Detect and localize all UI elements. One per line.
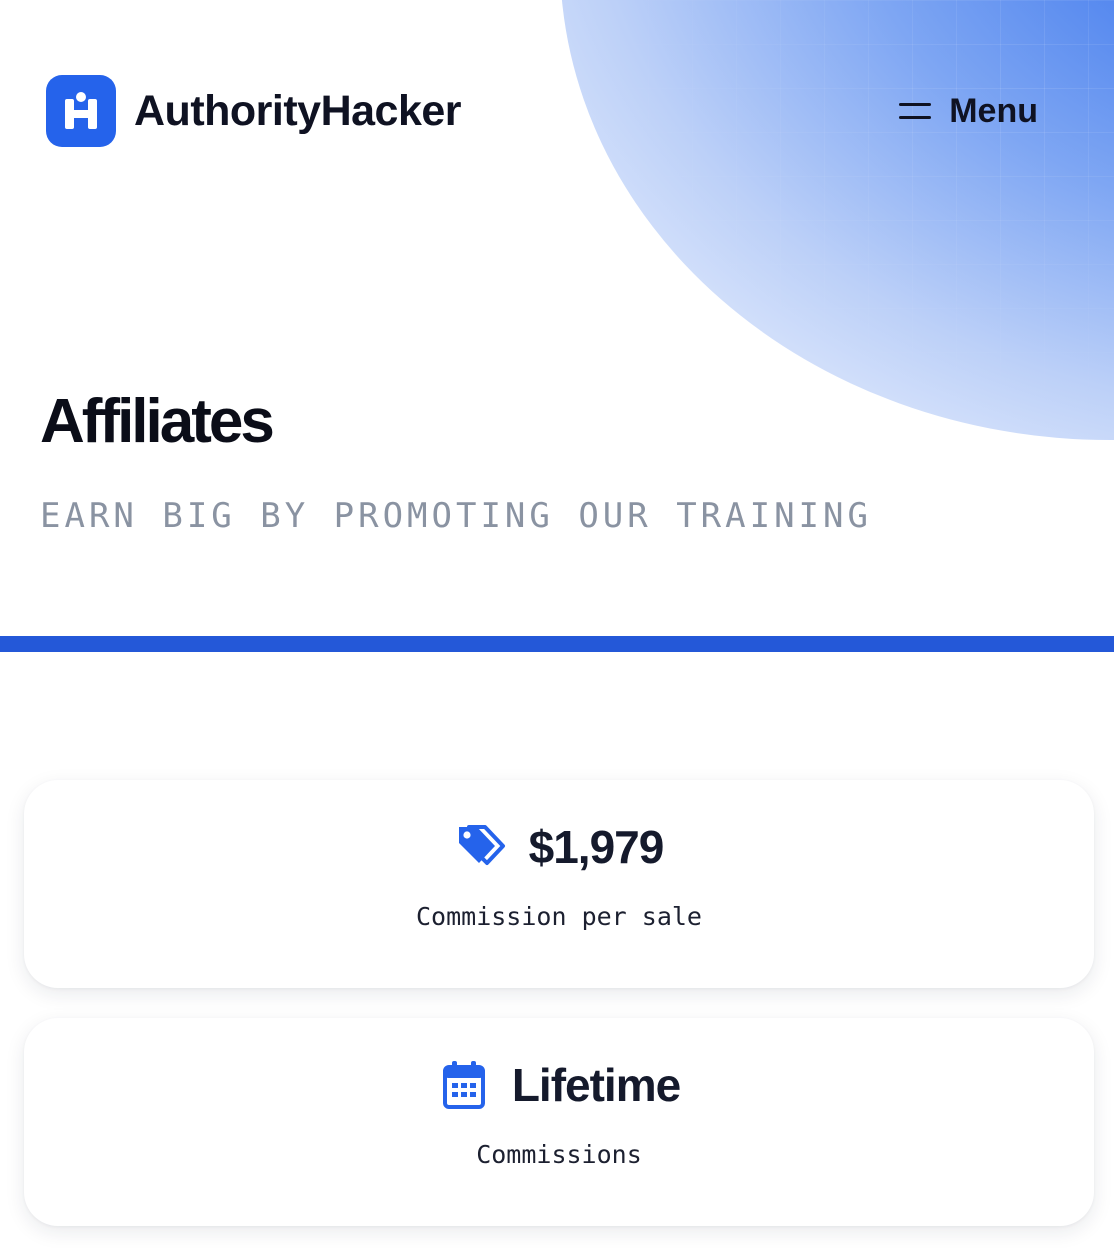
page-title: Affiliates: [40, 387, 275, 456]
menu-label: Menu: [949, 91, 1038, 130]
stat-caption: Commission per sale: [416, 902, 702, 931]
price-tags-icon: [455, 821, 507, 873]
page-subtitle: EARN BIG BY PROMOTING OUR TRAINING: [40, 496, 872, 536]
stat-value: $1,979: [528, 821, 665, 873]
stat-card-header: Lifetime: [438, 1058, 681, 1112]
stat-card-header: $1,979: [455, 820, 664, 874]
stat-card-lifetime: Lifetime Commissions: [24, 1018, 1094, 1226]
calendar-icon: [438, 1059, 490, 1111]
brand-logo-link[interactable]: AuthorityHacker: [46, 75, 462, 147]
brand-name: AuthorityHacker: [134, 86, 462, 135]
stat-value: Lifetime: [511, 1059, 681, 1111]
site-header: AuthorityHacker Menu: [46, 75, 1038, 147]
page: AuthorityHacker Menu Affiliates EARN BIG…: [0, 0, 1114, 1248]
menu-button[interactable]: Menu: [899, 92, 1038, 131]
section-divider: [0, 636, 1114, 652]
h-logo-icon: [46, 75, 116, 147]
stat-card-commission: $1,979 Commission per sale: [24, 780, 1094, 988]
stat-caption: Commissions: [476, 1140, 642, 1169]
hero-grid-pattern: [560, 0, 1114, 440]
hamburger-icon: [899, 100, 932, 122]
